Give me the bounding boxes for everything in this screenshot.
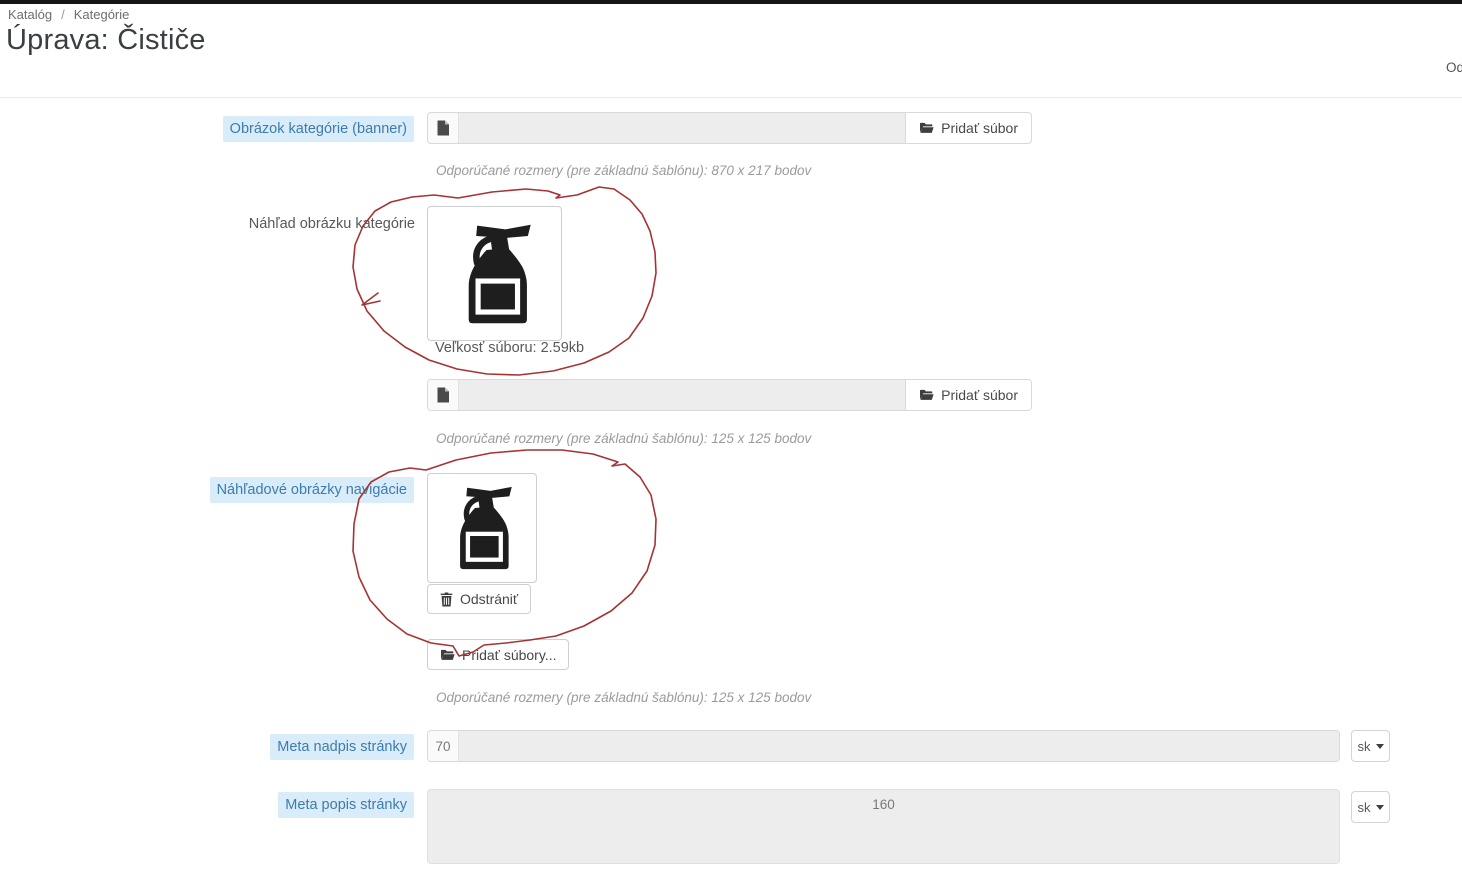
remove-image-label: Odstrániť	[460, 591, 519, 607]
category-image-thumbnail	[427, 206, 562, 341]
file-icon	[428, 113, 459, 143]
meta-description-label-row: Meta popis stránky	[0, 792, 414, 819]
category-edit-page: Katalóg / Kategórie Úprava: Čističe Od Obr…	[0, 0, 1462, 874]
meta-title-label-row: Meta nadpis stránky	[0, 734, 414, 761]
banner-hint: Odporúčané rozmery (pre základnú šablónu…	[436, 163, 812, 178]
folder-icon	[919, 388, 934, 402]
meta-title-lang-label: sk	[1357, 738, 1371, 754]
meta-description-counter: 160	[872, 796, 895, 812]
breadcrumb: Katalóg / Kategórie	[8, 7, 129, 22]
banner-add-file-button[interactable]: Pridať súbor	[905, 113, 1031, 143]
meta-title-input-group: 70	[427, 730, 1340, 762]
thumb-filename-input[interactable]	[459, 380, 906, 410]
banner-add-file-label: Pridať súbor	[941, 120, 1018, 136]
thumb-file-input-group: Pridať súbor	[427, 379, 1032, 411]
remove-image-button[interactable]: Odstrániť	[427, 584, 532, 614]
meta-title-lang-dropdown[interactable]: sk	[1351, 730, 1390, 762]
thumb-add-file-label: Pridať súbor	[941, 387, 1018, 403]
meta-title-input[interactable]	[459, 731, 1339, 761]
breadcrumb-katalog[interactable]: Katalóg	[8, 7, 52, 22]
breadcrumb-kategorie[interactable]: Kategórie	[74, 7, 130, 22]
add-files-label: Pridať súbory...	[462, 646, 557, 663]
nav-images-hint: Odporúčané rozmery (pre základnú šablónu…	[436, 690, 812, 705]
meta-description-counter-bar: 160	[427, 789, 1340, 819]
meta-description-textarea[interactable]	[427, 818, 1340, 864]
preview-label: Náhľad obrázku kategórie	[248, 216, 415, 232]
thumb-add-file-button[interactable]: Pridať súbor	[905, 380, 1031, 410]
thumb-hint: Odporúčané rozmery (pre základnú šablónu…	[436, 431, 812, 446]
banner-filename-input[interactable]	[459, 113, 906, 143]
breadcrumb-separator: /	[61, 7, 65, 22]
folder-icon	[919, 121, 934, 135]
chevron-down-icon	[1375, 804, 1384, 810]
file-size-caption: Veľkosť súboru: 2.59kb	[435, 340, 585, 356]
chevron-down-icon	[1375, 743, 1384, 749]
meta-description-lang-label: sk	[1357, 799, 1371, 815]
nav-images-label: Náhľadové obrázky navigácie	[209, 477, 414, 504]
top-navbar-edge	[0, 0, 1462, 4]
nav-image-thumbnail	[427, 473, 537, 583]
meta-description-label: Meta popis stránky	[278, 792, 414, 819]
banner-file-input-group: Pridať súbor	[427, 112, 1032, 144]
banner-label: Obrázok kategórie (banner)	[222, 116, 414, 143]
nav-images-label-row: Náhľadové obrázky navigácie	[0, 477, 414, 504]
page-title: Úprava: Čističe	[6, 24, 206, 56]
meta-description-lang-dropdown[interactable]: sk	[1351, 791, 1390, 823]
meta-title-label: Meta nadpis stránky	[270, 734, 414, 761]
folder-icon	[440, 648, 455, 662]
trash-icon	[440, 592, 453, 607]
file-icon	[428, 380, 459, 410]
add-files-button[interactable]: Pridať súbory...	[427, 639, 570, 670]
meta-title-counter: 70	[428, 731, 459, 761]
preview-label-row: Náhľad obrázku kategórie	[0, 211, 417, 237]
top-right-partial-link[interactable]: Od	[1446, 60, 1462, 75]
spray-bottle-image	[442, 483, 522, 573]
annotation-arrowhead	[361, 292, 381, 306]
header-divider	[0, 97, 1462, 98]
spray-bottle-image	[447, 220, 543, 328]
banner-label-row: Obrázok kategórie (banner)	[0, 116, 414, 143]
